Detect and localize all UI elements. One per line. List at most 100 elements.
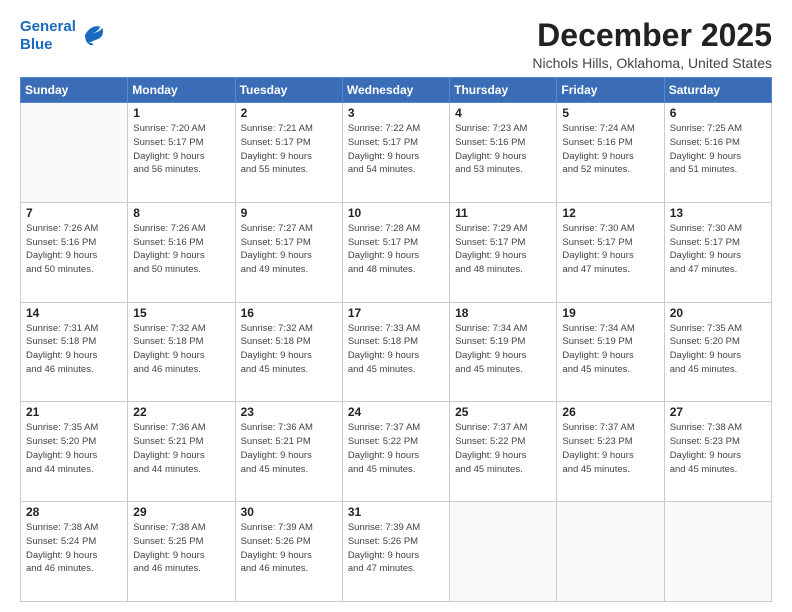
location: Nichols Hills, Oklahoma, United States	[532, 55, 772, 71]
day-info: Sunrise: 7:29 AM Sunset: 5:17 PM Dayligh…	[455, 222, 551, 277]
calendar-cell: 25 Sunrise: 7:37 AM Sunset: 5:22 PM Dayli…	[450, 402, 557, 502]
day-info: Sunrise: 7:35 AM Sunset: 5:20 PM Dayligh…	[26, 421, 122, 476]
weekday-header: Wednesday	[342, 78, 449, 103]
logo-line1: General	[20, 18, 76, 35]
calendar-cell: 17 Sunrise: 7:33 AM Sunset: 5:18 PM Dayli…	[342, 302, 449, 402]
calendar-cell: 2 Sunrise: 7:21 AM Sunset: 5:17 PM Daylig…	[235, 103, 342, 203]
calendar-cell: 7 Sunrise: 7:26 AM Sunset: 5:16 PM Daylig…	[21, 202, 128, 302]
calendar-cell: 16Sunrise: 7:32 AM Sunset: 5:18 PM Dayli…	[235, 302, 342, 402]
calendar-cell: 18 Sunrise: 7:34 AM Sunset: 5:19 PM Dayli…	[450, 302, 557, 402]
calendar-cell: 30Sunrise: 7:39 AM Sunset: 5:26 PM Dayli…	[235, 502, 342, 602]
day-number: 29	[133, 505, 229, 519]
day-info: Sunrise: 7:23 AM Sunset: 5:16 PM Dayligh…	[455, 122, 551, 177]
day-info: Sunrise: 7:32 AM Sunset: 5:18 PM Dayligh…	[133, 322, 229, 377]
day-number: 15	[133, 306, 229, 320]
day-number: 7	[26, 206, 122, 220]
calendar-cell: 22 Sunrise: 7:36 AM Sunset: 5:21 PM Dayli…	[128, 402, 235, 502]
day-number: 11	[455, 206, 551, 220]
calendar-table: SundayMondayTuesdayWednesdayThursdayFrid…	[20, 77, 772, 602]
day-number: 31	[348, 505, 444, 519]
weekday-header: Tuesday	[235, 78, 342, 103]
calendar-week-row: 21 Sunrise: 7:35 AM Sunset: 5:20 PM Dayli…	[21, 402, 772, 502]
day-number: 30	[241, 505, 337, 519]
day-info: Sunrise: 7:24 AM Sunset: 5:16 PM Dayligh…	[562, 122, 658, 177]
day-info: Sunrise: 7:28 AM Sunset: 5:17 PM Dayligh…	[348, 222, 444, 277]
page: General Blue December 2025 Nichols Hills…	[0, 0, 792, 612]
day-number: 12	[562, 206, 658, 220]
calendar-cell: 9 Sunrise: 7:27 AM Sunset: 5:17 PM Daylig…	[235, 202, 342, 302]
weekday-header: Friday	[557, 78, 664, 103]
day-info: Sunrise: 7:21 AM Sunset: 5:17 PM Dayligh…	[241, 122, 337, 177]
day-info: Sunrise: 7:39 AM Sunset: 5:26 PM Dayligh…	[348, 521, 444, 576]
calendar-cell: 12 Sunrise: 7:30 AM Sunset: 5:17 PM Dayli…	[557, 202, 664, 302]
calendar-cell	[664, 502, 771, 602]
day-number: 1	[133, 106, 229, 120]
day-number: 22	[133, 405, 229, 419]
calendar-cell: 4 Sunrise: 7:23 AM Sunset: 5:16 PM Daylig…	[450, 103, 557, 203]
logo: General Blue	[20, 18, 106, 54]
day-info: Sunrise: 7:37 AM Sunset: 5:22 PM Dayligh…	[455, 421, 551, 476]
day-number: 2	[241, 106, 337, 120]
day-number: 21	[26, 405, 122, 419]
day-number: 9	[241, 206, 337, 220]
calendar-cell: 1 Sunrise: 7:20 AM Sunset: 5:17 PM Daylig…	[128, 103, 235, 203]
day-number: 10	[348, 206, 444, 220]
calendar-cell: 8Sunrise: 7:26 AM Sunset: 5:16 PM Daylig…	[128, 202, 235, 302]
day-info: Sunrise: 7:30 AM Sunset: 5:17 PM Dayligh…	[670, 222, 766, 277]
day-info: Sunrise: 7:22 AM Sunset: 5:17 PM Dayligh…	[348, 122, 444, 177]
logo-bird-icon	[78, 21, 106, 49]
calendar-cell: 6Sunrise: 7:25 AM Sunset: 5:16 PM Daylig…	[664, 103, 771, 203]
calendar-cell: 26Sunrise: 7:37 AM Sunset: 5:23 PM Dayli…	[557, 402, 664, 502]
day-info: Sunrise: 7:26 AM Sunset: 5:16 PM Dayligh…	[26, 222, 122, 277]
calendar-cell: 21 Sunrise: 7:35 AM Sunset: 5:20 PM Dayli…	[21, 402, 128, 502]
day-number: 14	[26, 306, 122, 320]
day-info: Sunrise: 7:36 AM Sunset: 5:21 PM Dayligh…	[241, 421, 337, 476]
day-info: Sunrise: 7:30 AM Sunset: 5:17 PM Dayligh…	[562, 222, 658, 277]
calendar-cell: 23Sunrise: 7:36 AM Sunset: 5:21 PM Dayli…	[235, 402, 342, 502]
calendar-week-row: 28Sunrise: 7:38 AM Sunset: 5:24 PM Dayli…	[21, 502, 772, 602]
calendar-cell: 27 Sunrise: 7:38 AM Sunset: 5:23 PM Dayli…	[664, 402, 771, 502]
calendar-cell: 19Sunrise: 7:34 AM Sunset: 5:19 PM Dayli…	[557, 302, 664, 402]
day-info: Sunrise: 7:33 AM Sunset: 5:18 PM Dayligh…	[348, 322, 444, 377]
calendar-cell: 13 Sunrise: 7:30 AM Sunset: 5:17 PM Dayli…	[664, 202, 771, 302]
calendar-week-row: 14 Sunrise: 7:31 AM Sunset: 5:18 PM Dayli…	[21, 302, 772, 402]
day-number: 4	[455, 106, 551, 120]
day-info: Sunrise: 7:37 AM Sunset: 5:23 PM Dayligh…	[562, 421, 658, 476]
calendar-cell: 24 Sunrise: 7:37 AM Sunset: 5:22 PM Dayli…	[342, 402, 449, 502]
day-info: Sunrise: 7:38 AM Sunset: 5:25 PM Dayligh…	[133, 521, 229, 576]
day-info: Sunrise: 7:31 AM Sunset: 5:18 PM Dayligh…	[26, 322, 122, 377]
calendar-cell: 20 Sunrise: 7:35 AM Sunset: 5:20 PM Dayli…	[664, 302, 771, 402]
calendar-cell: 14 Sunrise: 7:31 AM Sunset: 5:18 PM Dayli…	[21, 302, 128, 402]
day-number: 20	[670, 306, 766, 320]
day-info: Sunrise: 7:37 AM Sunset: 5:22 PM Dayligh…	[348, 421, 444, 476]
day-info: Sunrise: 7:35 AM Sunset: 5:20 PM Dayligh…	[670, 322, 766, 377]
day-info: Sunrise: 7:27 AM Sunset: 5:17 PM Dayligh…	[241, 222, 337, 277]
calendar-cell: 15 Sunrise: 7:32 AM Sunset: 5:18 PM Dayli…	[128, 302, 235, 402]
weekday-header: Sunday	[21, 78, 128, 103]
calendar-cell: 5Sunrise: 7:24 AM Sunset: 5:16 PM Daylig…	[557, 103, 664, 203]
day-info: Sunrise: 7:34 AM Sunset: 5:19 PM Dayligh…	[455, 322, 551, 377]
logo-line2: Blue	[20, 36, 53, 53]
day-number: 8	[133, 206, 229, 220]
weekday-header: Saturday	[664, 78, 771, 103]
day-number: 16	[241, 306, 337, 320]
calendar-week-row: 1 Sunrise: 7:20 AM Sunset: 5:17 PM Daylig…	[21, 103, 772, 203]
day-number: 25	[455, 405, 551, 419]
day-info: Sunrise: 7:34 AM Sunset: 5:19 PM Dayligh…	[562, 322, 658, 377]
day-info: Sunrise: 7:25 AM Sunset: 5:16 PM Dayligh…	[670, 122, 766, 177]
day-number: 18	[455, 306, 551, 320]
calendar-cell	[557, 502, 664, 602]
day-number: 13	[670, 206, 766, 220]
day-number: 28	[26, 505, 122, 519]
day-info: Sunrise: 7:20 AM Sunset: 5:17 PM Dayligh…	[133, 122, 229, 177]
day-info: Sunrise: 7:38 AM Sunset: 5:23 PM Dayligh…	[670, 421, 766, 476]
calendar-cell: 29 Sunrise: 7:38 AM Sunset: 5:25 PM Dayli…	[128, 502, 235, 602]
calendar-cell: 10 Sunrise: 7:28 AM Sunset: 5:17 PM Dayli…	[342, 202, 449, 302]
day-number: 27	[670, 405, 766, 419]
day-number: 17	[348, 306, 444, 320]
day-info: Sunrise: 7:36 AM Sunset: 5:21 PM Dayligh…	[133, 421, 229, 476]
day-number: 24	[348, 405, 444, 419]
calendar-cell: 28Sunrise: 7:38 AM Sunset: 5:24 PM Dayli…	[21, 502, 128, 602]
logo-text: General Blue	[20, 18, 76, 54]
calendar-cell	[450, 502, 557, 602]
